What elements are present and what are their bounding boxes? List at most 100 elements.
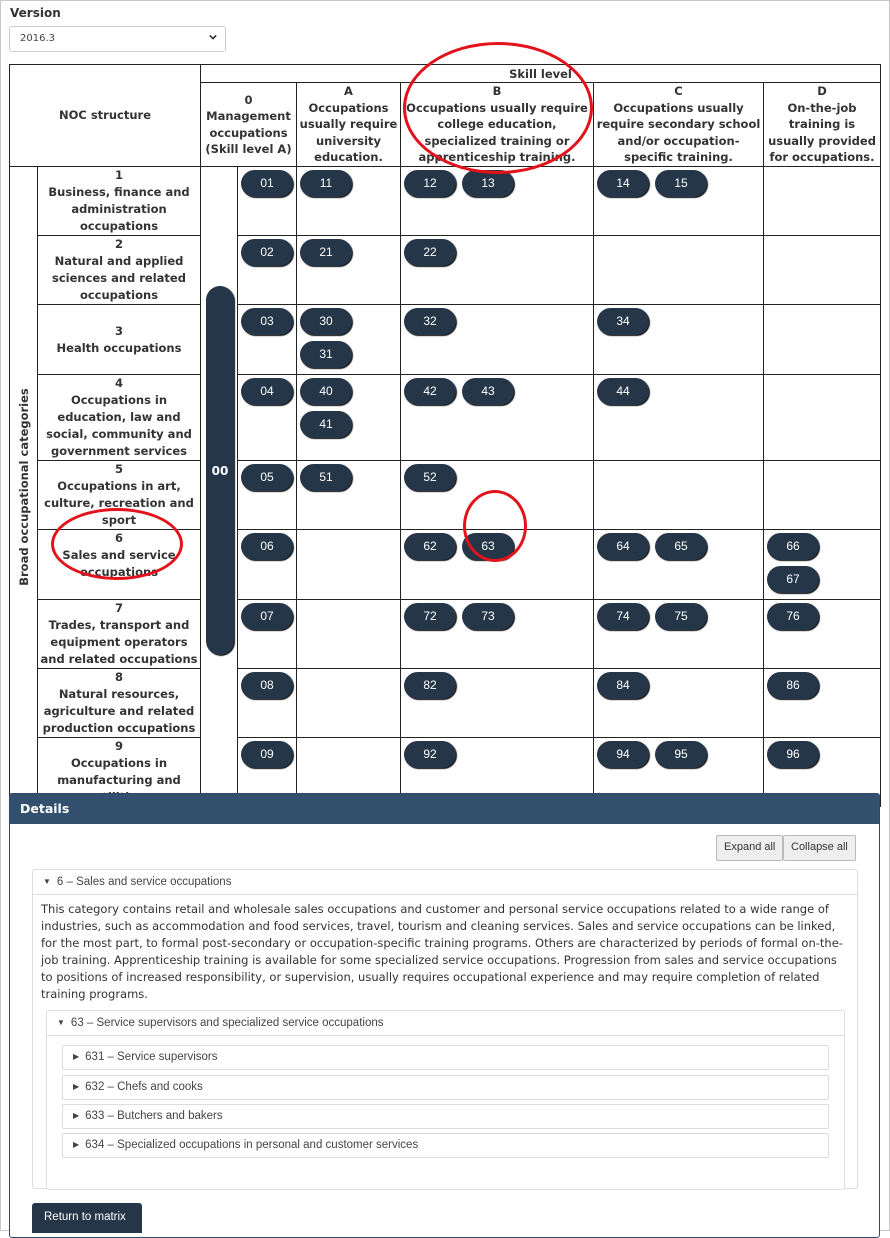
pill-86[interactable]: 86 [767, 672, 819, 699]
pill-06[interactable]: 06 [241, 533, 293, 560]
pill-74[interactable]: 74 [597, 603, 649, 630]
category-code: 5 [114, 462, 123, 476]
pill-04[interactable]: 04 [241, 378, 293, 405]
pill-44[interactable]: 44 [597, 378, 649, 405]
major-group-title: 63 – Service supervisors and specialized… [70, 1017, 384, 1029]
category-name: Business, finance and administration occ… [48, 185, 190, 233]
pill-01[interactable]: 01 [241, 170, 293, 197]
category-cell-2: 2 Natural and applied sciences and relate… [37, 235, 201, 305]
pill-30[interactable]: 30 [300, 308, 352, 335]
expand-all-button[interactable]: Expand all [716, 835, 784, 861]
pill-73[interactable]: 73 [462, 603, 514, 630]
pill-21[interactable]: 21 [300, 239, 352, 266]
category-accordion-toggle[interactable]: ▼ 6 – Sales and service occupations [33, 870, 857, 895]
pill-09[interactable]: 09 [241, 741, 293, 768]
pill-42[interactable]: 42 [404, 378, 456, 405]
minor-group-item[interactable]: ▶ 632 – Chefs and cooks [62, 1075, 829, 1100]
minor-group-item[interactable]: ▶ 634 – Specialized occupations in person… [62, 1133, 829, 1158]
pill-52[interactable]: 52 [404, 464, 456, 491]
column-code: D [817, 84, 827, 99]
cell-a-4: 4041 [296, 374, 401, 461]
pill-92[interactable]: 92 [404, 741, 456, 768]
category-cell-3: 3 Health occupations [37, 304, 201, 375]
cell-c-1: 14 15 [593, 166, 764, 236]
caret-down-icon: ▼ [43, 877, 51, 886]
caret-down-icon: ▼ [57, 1018, 65, 1027]
caret-right-icon: ▶ [73, 1082, 80, 1091]
category-code: 6 [114, 531, 123, 545]
cell-zero-6: 06 [237, 529, 297, 600]
category-name: Occupations in education, law and social… [46, 393, 192, 458]
cell-a-7 [296, 599, 401, 669]
pill-02[interactable]: 02 [241, 239, 293, 266]
pill-11[interactable]: 11 [300, 170, 352, 197]
details-header: Details [10, 794, 879, 824]
cell-b-4: 42 43 [400, 374, 594, 461]
collapse-all-button[interactable]: Collapse all [783, 835, 856, 861]
cell-zero-8: 08 [237, 668, 297, 738]
pill-62[interactable]: 62 [404, 533, 456, 560]
noc-matrix: NOC structure Skill level 0 Management oc… [9, 64, 881, 807]
caret-right-icon: ▶ [73, 1052, 80, 1061]
category-code: 7 [114, 601, 123, 615]
pill-67[interactable]: 67 [767, 566, 819, 593]
major-group-toggle[interactable]: ▼ 63 – Service supervisors and specialize… [47, 1011, 844, 1036]
category-code: 4 [114, 376, 123, 390]
cell-zero-1: 01 [237, 166, 297, 236]
column-code: A [344, 84, 353, 99]
pill-14[interactable]: 14 [597, 170, 649, 197]
pill-51[interactable]: 51 [300, 464, 352, 491]
version-select[interactable]: 2016.3 [9, 26, 226, 52]
pill-82[interactable]: 82 [404, 672, 456, 699]
pill-03[interactable]: 03 [241, 308, 293, 335]
pill-95[interactable]: 95 [655, 741, 707, 768]
pill-40[interactable]: 40 [300, 378, 352, 405]
cell-d-4 [763, 374, 881, 461]
cell-d-7: 76 [763, 599, 881, 669]
cell-d-6: 6667 [763, 529, 881, 600]
pill-96[interactable]: 96 [767, 741, 819, 768]
pill-08[interactable]: 08 [241, 672, 293, 699]
cell-zero-4: 04 [237, 374, 297, 461]
column-header-a: A Occupations usually require university … [296, 82, 401, 167]
pill-31[interactable]: 31 [300, 341, 352, 368]
pill-12[interactable]: 12 [404, 170, 456, 197]
category-name: Trades, transport and equipment operator… [40, 618, 198, 666]
cell-a-3: 3031 [296, 304, 401, 375]
pill-41[interactable]: 41 [300, 411, 352, 438]
pill-66[interactable]: 66 [767, 533, 819, 560]
pill-13[interactable]: 13 [462, 170, 514, 197]
pill-72[interactable]: 72 [404, 603, 456, 630]
pill-94[interactable]: 94 [597, 741, 649, 768]
pill-65[interactable]: 65 [655, 533, 707, 560]
return-to-matrix-button[interactable]: Return to matrix [32, 1203, 142, 1233]
minor-group-item[interactable]: ▶ 631 – Service supervisors [62, 1045, 829, 1070]
pill-32[interactable]: 32 [404, 308, 456, 335]
chevron-down-icon [209, 34, 217, 40]
cell-c-6: 64 65 [593, 529, 764, 600]
pill-76[interactable]: 76 [767, 603, 819, 630]
category-code: 2 [114, 237, 123, 251]
cell-b-6: 62 63 [400, 529, 594, 600]
category-name: Natural resources, agriculture and relat… [42, 687, 196, 735]
pill-15[interactable]: 15 [655, 170, 707, 197]
cell-zero-5: 05 [237, 460, 297, 530]
pill-64[interactable]: 64 [597, 533, 649, 560]
minor-group-item[interactable]: ▶ 633 – Butchers and bakers [62, 1104, 829, 1129]
category-code: 9 [114, 739, 123, 753]
cell-c-3: 34 [593, 304, 764, 375]
pill-22[interactable]: 22 [404, 239, 456, 266]
category-description: This category contains retail and wholes… [41, 902, 843, 1001]
pill-43[interactable]: 43 [462, 378, 514, 405]
pill-05[interactable]: 05 [241, 464, 293, 491]
pill-84[interactable]: 84 [597, 672, 649, 699]
column-header-d: D On-the-job training is usually provided… [763, 82, 881, 167]
column-desc: Occupations usually require college educ… [406, 100, 588, 165]
column-desc: Management occupations (Skill level A) [205, 109, 292, 156]
pill-07[interactable]: 07 [241, 603, 293, 630]
cell-b-1: 12 13 [400, 166, 594, 236]
pill-75[interactable]: 75 [655, 603, 707, 630]
pill-senior-management[interactable]: 00 [206, 286, 234, 655]
pill-63[interactable]: 63 [462, 533, 514, 560]
pill-34[interactable]: 34 [597, 308, 649, 335]
